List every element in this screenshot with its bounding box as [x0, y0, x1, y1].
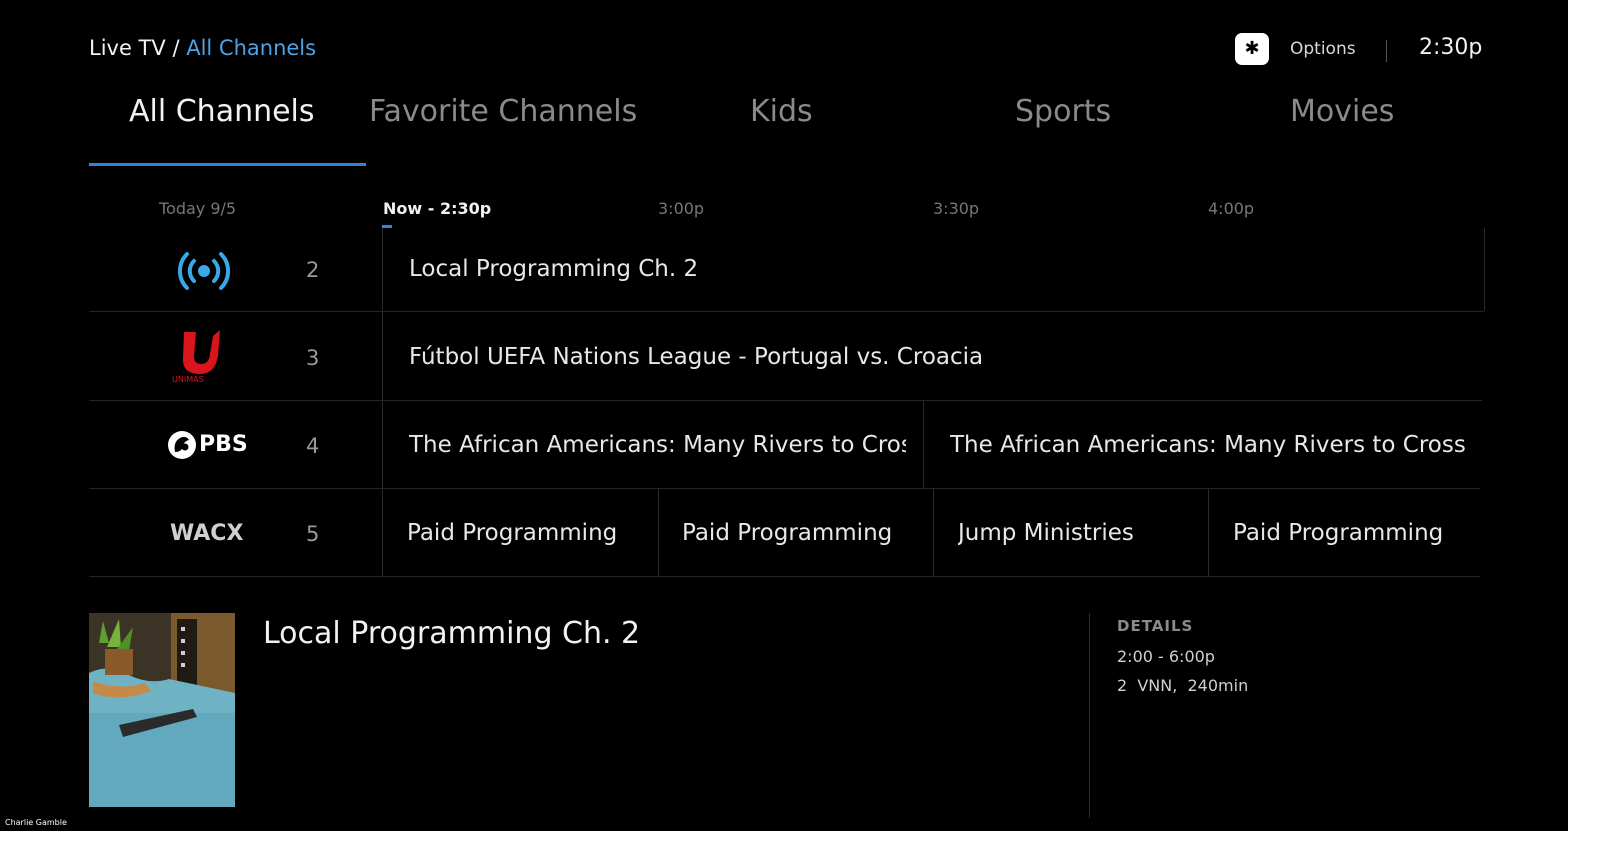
broadcast-signal-icon	[177, 252, 231, 290]
details-heading: DETAILS	[1117, 617, 1194, 635]
program-cell[interactable]: Local Programming Ch. 2	[409, 256, 1469, 282]
guide-date: Today 9/5	[159, 199, 237, 218]
program-cell[interactable]: The African Americans: Many Rivers to Cr…	[409, 432, 906, 458]
detail-title: Local Programming Ch. 2	[263, 616, 641, 651]
program-cell[interactable]: Jump Ministries	[958, 520, 1198, 546]
grid-divider	[1484, 228, 1485, 311]
tab-kids[interactable]: Kids	[750, 94, 813, 129]
program-cell[interactable]: Paid Programming	[407, 520, 647, 546]
program-cell[interactable]: Fútbol UEFA Nations League - Portugal vs…	[409, 344, 1469, 370]
program-thumbnail	[89, 613, 235, 807]
row-divider	[89, 488, 1480, 489]
guide-screen: Live TV / All Channels ✱ Options 2:30p A…	[0, 0, 1568, 831]
options-button[interactable]: Options	[1290, 39, 1356, 59]
header-divider	[1386, 40, 1387, 62]
row-divider	[89, 576, 1480, 577]
time-slot: 3:30p	[933, 199, 980, 218]
breadcrumb-current: All Channels	[186, 36, 317, 60]
row-divider	[89, 311, 1484, 312]
tab-movies[interactable]: Movies	[1290, 94, 1394, 129]
clock: 2:30p	[1419, 35, 1483, 60]
program-cell[interactable]: The African Americans: Many Rivers to Cr…	[950, 432, 1469, 458]
channel-number: 2	[306, 258, 320, 282]
breadcrumb: Live TV / All Channels	[89, 36, 316, 60]
channel-number: 4	[306, 434, 320, 458]
cell-divider	[933, 489, 934, 576]
details-divider	[1089, 613, 1090, 818]
program-cell[interactable]: Paid Programming	[682, 520, 922, 546]
breadcrumb-separator: /	[172, 36, 180, 60]
breadcrumb-root[interactable]: Live TV	[89, 36, 166, 60]
tab-all-channels[interactable]: All Channels	[129, 94, 315, 129]
photo-credit: Charlie Gamble	[2, 817, 70, 828]
cell-divider	[1208, 489, 1209, 576]
details-time: 2:00 - 6:00p	[1117, 647, 1215, 666]
channel-callsign: WACX	[170, 521, 244, 546]
tab-favorite-channels[interactable]: Favorite Channels	[369, 94, 637, 129]
details-info: 2 VNN, 240min	[1117, 676, 1249, 695]
time-slot: 4:00p	[1208, 199, 1255, 218]
unimas-logo: UNIMAS	[172, 330, 220, 384]
channel-number: 3	[306, 346, 320, 370]
pbs-logo: PBS	[199, 432, 248, 457]
time-slot: 3:00p	[658, 199, 705, 218]
unimas-logo-text: UNIMAS	[172, 375, 204, 384]
channel-number: 5	[306, 522, 320, 546]
row-divider	[89, 400, 1482, 401]
now-line	[382, 228, 383, 577]
active-tab-indicator	[89, 163, 366, 166]
time-slot-now: Now - 2:30p	[383, 199, 492, 218]
asterisk-icon[interactable]: ✱	[1235, 33, 1269, 65]
cell-divider	[658, 489, 659, 576]
program-cell[interactable]: Paid Programming	[1233, 520, 1473, 546]
tab-sports[interactable]: Sports	[1015, 94, 1111, 129]
now-marker	[382, 225, 392, 228]
cell-divider	[923, 401, 924, 488]
pbs-head-icon	[168, 431, 196, 459]
